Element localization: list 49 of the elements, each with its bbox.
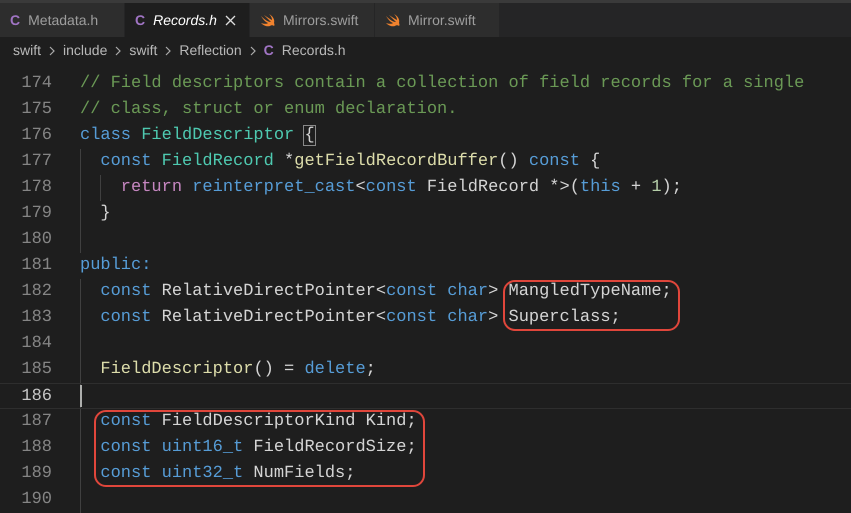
breadcrumb-item[interactable]: Reflection <box>179 40 242 61</box>
line-number: 181 <box>20 255 52 277</box>
line-number: 186 <box>20 386 52 408</box>
line-number: 182 <box>20 281 52 303</box>
line-number: 189 <box>20 463 52 485</box>
editor-tab[interactable]: Mirrors.swift <box>250 3 375 37</box>
line-number: 178 <box>20 177 52 199</box>
code-line: const RelativeDirectPointer<const char> MangledTypeName; <box>99 281 672 303</box>
editor-tab[interactable]: Mirror.swift <box>375 3 500 37</box>
line-number: 185 <box>20 359 52 381</box>
chevron-icon <box>250 46 256 56</box>
breadcrumb-item[interactable]: Records.h <box>282 40 346 61</box>
swift-bird-icon <box>385 14 400 26</box>
chevron-icon <box>115 46 122 56</box>
line-number: 176 <box>20 125 52 147</box>
line-number: 179 <box>20 203 52 225</box>
line-number: 190 <box>20 489 52 511</box>
code-line: public: <box>80 255 152 277</box>
code-line: // Field descriptors contain a collection of field records for a single <box>80 73 804 95</box>
file-type-icon: C <box>135 10 146 30</box>
breadcrumb-item[interactable]: include <box>63 40 108 61</box>
code-line: // class, struct or enum declaration. <box>80 99 458 121</box>
line-number: 177 <box>20 151 52 173</box>
close-icon[interactable] <box>224 14 236 26</box>
line-number: 180 <box>20 229 52 251</box>
code-line: class FieldDescriptor { <box>80 125 315 147</box>
chevron-icon <box>165 46 172 56</box>
line-number: 184 <box>20 333 52 355</box>
file-type-icon: C <box>10 10 20 30</box>
code-line: return reinterpret_cast<const FieldRecord *>(this + 1); <box>120 177 682 199</box>
line-number: 187 <box>20 411 52 433</box>
code-line: const RelativeDirectPointer<const char> Superclass; <box>99 307 621 329</box>
code-line: } <box>99 203 111 225</box>
code-line: FieldDescriptor() = delete; <box>99 359 376 381</box>
editor-tab[interactable]: C Records.h <box>125 3 250 37</box>
editor-tab[interactable]: C Metadata.h <box>0 3 125 37</box>
code-line: const uint16_t FieldRecordSize; <box>99 437 417 459</box>
line-number: 188 <box>20 437 52 459</box>
code-line: const uint32_t NumFields; <box>99 463 356 485</box>
code-line: const FieldRecord *getFieldRecordBuffer() const { <box>99 151 600 173</box>
line-number: 175 <box>20 99 52 121</box>
line-number: 183 <box>20 307 52 329</box>
swift-bird-icon <box>260 14 275 26</box>
file-type-icon: C <box>264 40 274 61</box>
breadcrumb-item[interactable]: swift <box>129 40 158 61</box>
line-number: 174 <box>20 73 52 95</box>
breadcrumb-item[interactable]: swift <box>13 40 41 61</box>
chevron-icon <box>49 46 55 56</box>
code-line: const FieldDescriptorKind Kind; <box>99 411 417 433</box>
